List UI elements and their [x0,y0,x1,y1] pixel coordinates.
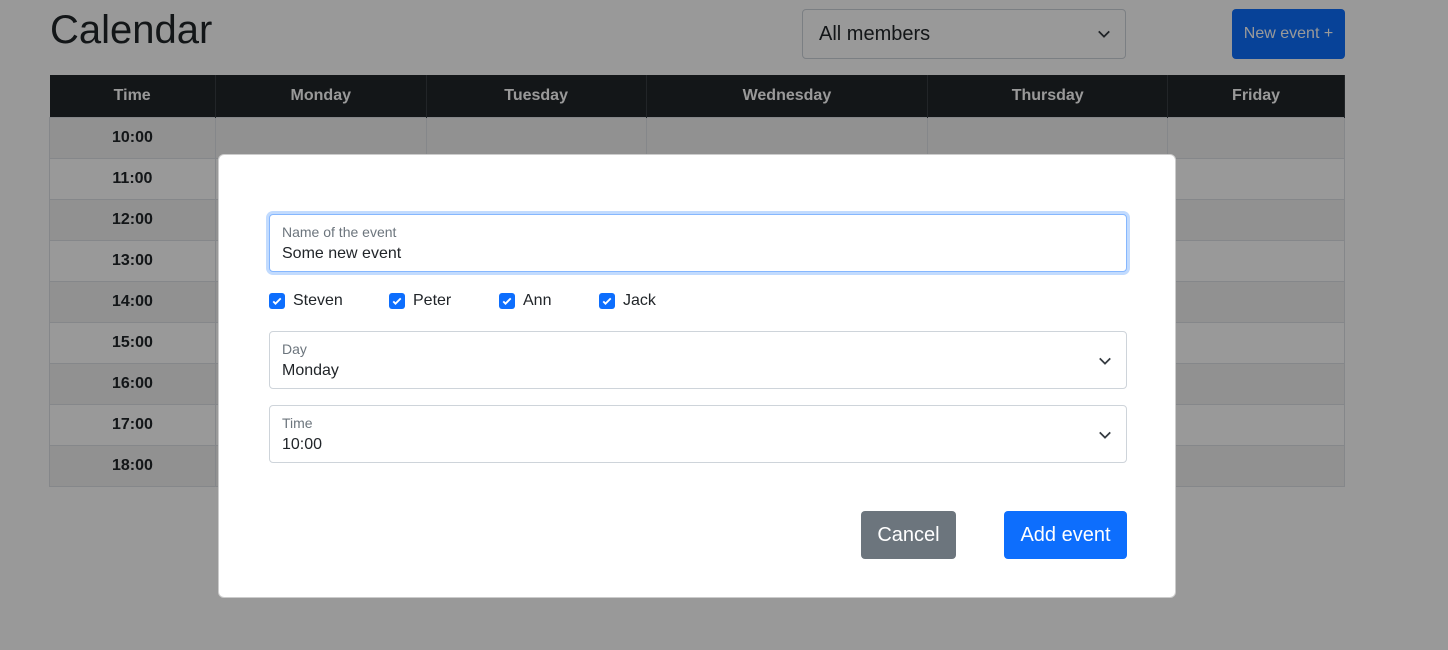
member-label: Jack [623,292,656,309]
add-event-button[interactable]: Add event [1004,511,1127,559]
event-name-label: Name of the event [282,224,397,240]
event-name-value: Some new event [282,245,402,262]
time-select[interactable]: Time 10:00 [269,405,1127,463]
checkmark-icon[interactable] [269,293,285,309]
time-label: Time [282,415,313,431]
member-label: Ann [523,292,552,309]
member-checkbox-ann[interactable]: Ann [499,291,551,311]
chevron-down-icon [1099,357,1111,365]
member-label: Peter [413,292,452,309]
chevron-down-icon [1099,431,1111,439]
new-event-modal: Name of the event Some new event Steven … [218,154,1176,598]
day-select[interactable]: Day Monday [269,331,1127,389]
time-value: 10:00 [282,436,323,453]
checkmark-icon[interactable] [599,293,615,309]
day-label: Day [282,341,307,357]
member-checkbox-steven[interactable]: Steven [269,291,343,311]
cancel-button[interactable]: Cancel [861,511,956,559]
member-checkbox-group: Steven Peter Ann Jack [269,291,869,311]
member-label: Steven [293,292,343,309]
checkmark-icon[interactable] [389,293,405,309]
checkmark-icon[interactable] [499,293,515,309]
event-name-input[interactable]: Name of the event Some new event [269,214,1127,272]
member-checkbox-jack[interactable]: Jack [599,291,656,311]
member-checkbox-peter[interactable]: Peter [389,291,451,311]
day-value: Monday [282,362,339,379]
